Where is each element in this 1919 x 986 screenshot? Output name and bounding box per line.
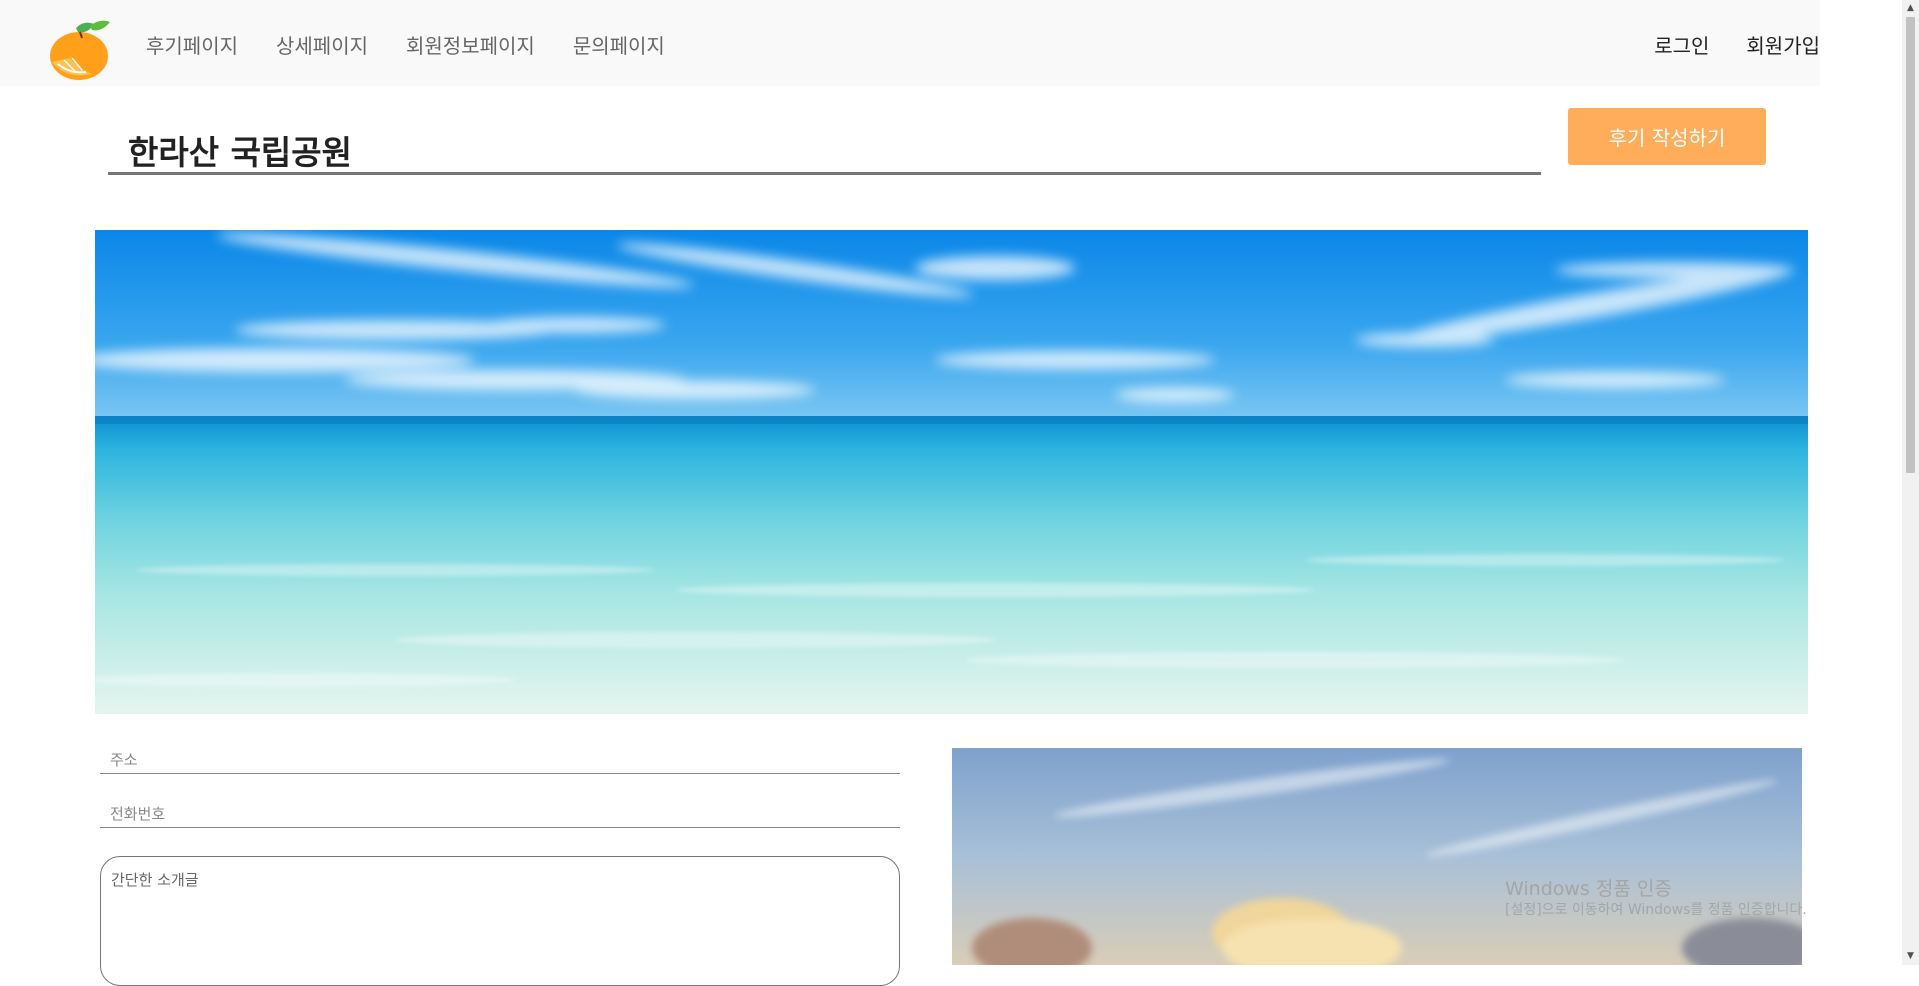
write-review-button[interactable]: 후기 작성하기 <box>1568 108 1766 165</box>
chevron-up-icon[interactable]: ▲ <box>1902 0 1919 17</box>
phone-input[interactable] <box>100 800 900 828</box>
login-link[interactable]: 로그인 <box>1654 30 1709 59</box>
main-nav: 후기페이지 상세페이지 회원정보페이지 문의페이지 <box>146 30 665 59</box>
signup-link[interactable]: 회원가입 <box>1746 30 1820 59</box>
scrollbar-thumb[interactable] <box>1906 17 1915 473</box>
sunset-sky-image <box>952 748 1802 965</box>
nav-item-reviews[interactable]: 후기페이지 <box>146 30 238 59</box>
hero-beach-image <box>95 230 1808 714</box>
nav-item-member-info[interactable]: 회원정보페이지 <box>406 30 535 59</box>
orange-logo-icon[interactable] <box>48 18 112 80</box>
intro-textarea[interactable] <box>100 856 900 986</box>
page-scrollbar[interactable]: ▲ ▼ <box>1902 0 1919 965</box>
nav-item-inquiry[interactable]: 문의페이지 <box>573 30 665 59</box>
address-input[interactable] <box>100 746 900 774</box>
nav-item-detail[interactable]: 상세페이지 <box>276 30 368 59</box>
windows-activation-title: Windows 정품 인증 <box>1505 878 1672 900</box>
windows-activation-subtitle: [설정]으로 이동하여 Windows를 정품 인증합니다. <box>1505 902 1807 918</box>
auth-links: 로그인 회원가입 <box>1654 30 1820 59</box>
place-title-bar: 한라산 국립공원 <box>108 110 1541 175</box>
page-title: 한라산 국립공원 <box>128 133 353 172</box>
chevron-down-icon[interactable]: ▼ <box>1902 948 1919 965</box>
top-navbar: 후기페이지 상세페이지 회원정보페이지 문의페이지 로그인 회원가입 <box>0 0 1820 86</box>
